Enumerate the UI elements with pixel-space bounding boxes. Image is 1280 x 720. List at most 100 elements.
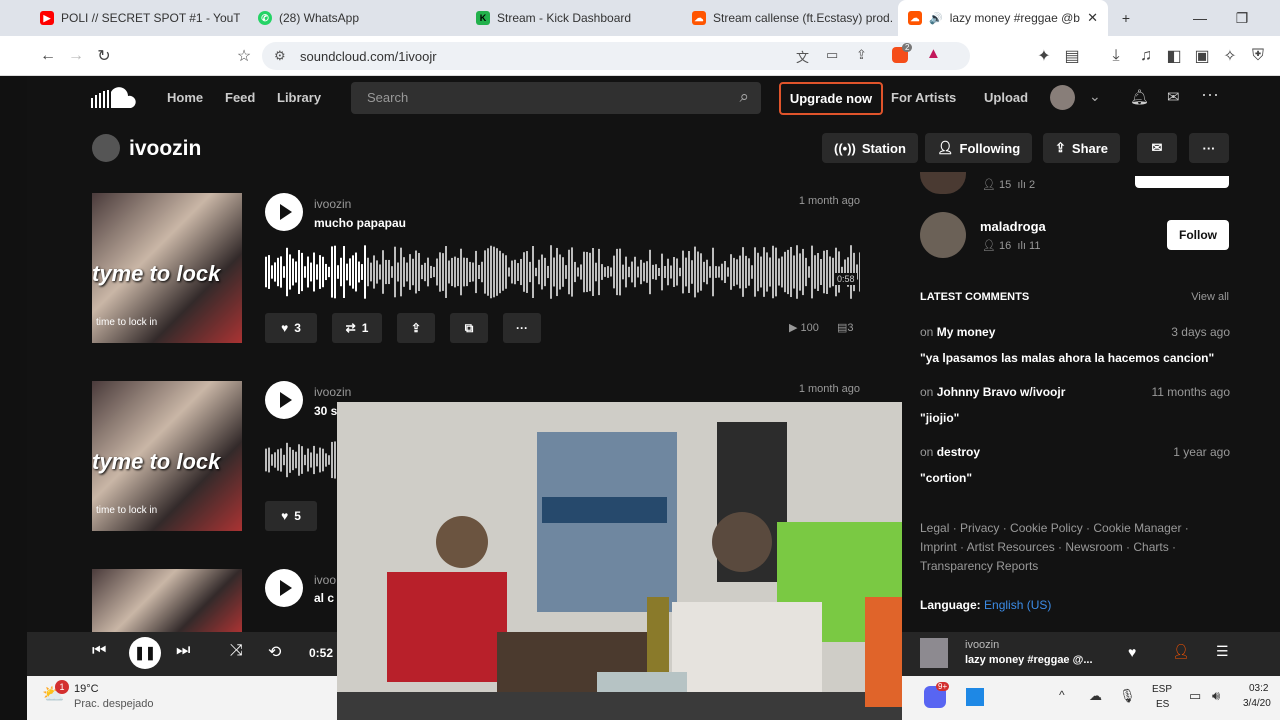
- tab-whatsapp[interactable]: ✆ (28) WhatsApp: [248, 0, 458, 36]
- track-title[interactable]: mucho papapau: [314, 216, 406, 230]
- search-input[interactable]: Search ⌕: [351, 82, 761, 114]
- like-button[interactable]: ♥ 3: [265, 313, 317, 343]
- soundcloud-logo-icon[interactable]: [91, 86, 137, 110]
- address-bar[interactable]: ⚙ soundcloud.com/1ivoojr 文 ▭ ⇪ 2 ▲: [262, 42, 970, 70]
- nav-for-artists[interactable]: For Artists: [891, 90, 956, 105]
- tab-soundcloud-active[interactable]: ☁ 🔊 lazy money #reggae @bo ✕: [898, 0, 1108, 36]
- follow-button[interactable]: Follow: [1167, 220, 1229, 250]
- profile-avatar[interactable]: [92, 134, 120, 162]
- now-playing-title[interactable]: lazy money #reggae @...: [965, 654, 1093, 666]
- more-button[interactable]: ···: [1189, 133, 1229, 163]
- track-title[interactable]: al c: [314, 591, 334, 605]
- station-button[interactable]: ((•)) Station: [822, 133, 918, 163]
- track-artist[interactable]: ivoo: [314, 573, 336, 587]
- view-all-link[interactable]: View all: [1170, 291, 1229, 303]
- tab-soundcloud-stream[interactable]: ☁ Stream callense (ft.Ecstasy) prod.g: [682, 0, 892, 36]
- now-playing-artist[interactable]: ivoozin: [965, 639, 999, 651]
- like-icon[interactable]: ♥: [1128, 644, 1136, 660]
- split-view-icon[interactable]: ◧: [1162, 44, 1186, 68]
- play-button[interactable]: [265, 381, 303, 419]
- nav-upload[interactable]: Upload: [984, 90, 1028, 105]
- user-name[interactable]: maladroga: [980, 219, 1046, 234]
- comment-count[interactable]: ▤3: [837, 321, 854, 334]
- message-button[interactable]: ✉: [1137, 133, 1177, 163]
- translate-icon[interactable]: 文: [796, 47, 809, 66]
- network-icon[interactable]: ▭: [1189, 688, 1201, 704]
- repeat-icon[interactable]: ⟲: [268, 642, 281, 662]
- taskbar-app-icon[interactable]: [966, 688, 984, 706]
- minimize-button[interactable]: —: [1180, 0, 1220, 36]
- next-icon[interactable]: ⏭: [176, 642, 190, 660]
- reload-button[interactable]: ↻: [92, 44, 116, 68]
- upgrade-button[interactable]: Upgrade now: [779, 82, 883, 115]
- input-region[interactable]: ES: [1156, 699, 1169, 710]
- track-artwork[interactable]: tyme to lock time to lock in: [92, 381, 242, 531]
- messages-icon[interactable]: ✉: [1167, 88, 1180, 106]
- chevron-up-icon[interactable]: ^: [1059, 688, 1065, 702]
- track-artwork[interactable]: [92, 569, 242, 632]
- track-artwork[interactable]: tyme to lock time to lock in: [92, 193, 242, 343]
- nav-library[interactable]: Library: [277, 90, 321, 105]
- tab-kick[interactable]: K Stream - Kick Dashboard: [466, 0, 676, 36]
- share-track-button[interactable]: ⇪: [397, 313, 435, 343]
- input-language[interactable]: ESP: [1152, 684, 1172, 695]
- site-settings-icon[interactable]: ⚙: [274, 48, 286, 64]
- play-button[interactable]: [265, 569, 303, 607]
- notifications-icon[interactable]: 🔔︎: [1130, 88, 1149, 106]
- close-tab-icon[interactable]: ✕: [1087, 10, 1098, 26]
- avatar[interactable]: [1050, 85, 1075, 110]
- follow-user-icon[interactable]: 👤︎: [1172, 643, 1190, 660]
- play-button[interactable]: [265, 193, 303, 231]
- tab-youtube[interactable]: ▶ POLI // SECRET SPOT #1 - YouTub: [30, 0, 240, 36]
- extensions-icon[interactable]: ✦: [1032, 44, 1056, 68]
- nav-feed[interactable]: Feed: [225, 90, 255, 105]
- copy-link-button[interactable]: ⧉: [450, 313, 488, 343]
- repost-button[interactable]: ⇄ 1: [332, 313, 382, 343]
- pause-button[interactable]: ❚❚: [129, 637, 161, 669]
- footer-links[interactable]: Legal · Privacy · Cookie Policy · Cookie…: [920, 519, 1220, 576]
- shuffle-icon[interactable]: ⤨: [230, 642, 243, 660]
- rewards-icon[interactable]: ▲: [926, 45, 941, 62]
- track-artist[interactable]: ivoozin: [314, 385, 351, 399]
- search-icon[interactable]: ⌕: [739, 87, 749, 107]
- volume-icon[interactable]: 🔊︎: [1212, 688, 1220, 704]
- comment-track[interactable]: My money: [937, 325, 996, 339]
- more-icon[interactable]: ···: [1201, 84, 1219, 105]
- queue-icon[interactable]: ☰: [1216, 643, 1229, 660]
- follow-button[interactable]: [1135, 176, 1229, 188]
- track-title[interactable]: 30 s: [314, 404, 337, 418]
- new-tab-button[interactable]: +: [1106, 0, 1146, 36]
- maximize-button[interactable]: ❐: [1222, 0, 1262, 36]
- bookmark-icon[interactable]: ☆: [232, 44, 256, 68]
- cast-icon[interactable]: ▭: [826, 47, 838, 63]
- language-value[interactable]: English (US): [984, 598, 1051, 612]
- download-icon[interactable]: ⤓: [1104, 44, 1128, 68]
- now-playing-artwork[interactable]: [920, 638, 948, 668]
- waveform[interactable]: [265, 244, 860, 300]
- soundcloud-icon: ☁: [692, 11, 706, 25]
- user-avatar[interactable]: [920, 172, 966, 194]
- share-button[interactable]: ⇪ Share: [1043, 133, 1121, 163]
- microphone-icon[interactable]: 🎙︎: [1119, 688, 1136, 704]
- sidebar-icon[interactable]: ▤: [1060, 44, 1084, 68]
- waveform[interactable]: [265, 440, 340, 496]
- vpn-icon[interactable]: ⛨: [1246, 44, 1270, 68]
- back-button[interactable]: ←: [36, 44, 60, 68]
- chevron-down-icon[interactable]: ⌄: [1089, 88, 1101, 105]
- wallet-icon[interactable]: ▣: [1190, 44, 1214, 68]
- track-artist[interactable]: ivoozin: [314, 197, 351, 211]
- share-page-icon[interactable]: ⇪: [856, 47, 867, 63]
- cloud-off-icon[interactable]: ☁: [1089, 688, 1102, 704]
- media-icon[interactable]: ♫: [1134, 44, 1158, 68]
- more-track-button[interactable]: ···: [503, 313, 541, 343]
- leo-icon[interactable]: ✧: [1218, 44, 1242, 68]
- user-avatar[interactable]: [920, 212, 966, 258]
- comment-track[interactable]: destroy: [937, 445, 980, 459]
- forward-button[interactable]: →: [64, 44, 88, 68]
- like-button[interactable]: ♥ 5: [265, 501, 317, 531]
- following-button[interactable]: 👤︎ Following: [925, 133, 1033, 163]
- comment-track[interactable]: Johnny Bravo w/ivoojr: [937, 385, 1066, 399]
- previous-icon[interactable]: ⏮: [92, 642, 106, 660]
- nav-home[interactable]: Home: [167, 90, 203, 105]
- language-selector[interactable]: Language: English (US): [920, 598, 1051, 612]
